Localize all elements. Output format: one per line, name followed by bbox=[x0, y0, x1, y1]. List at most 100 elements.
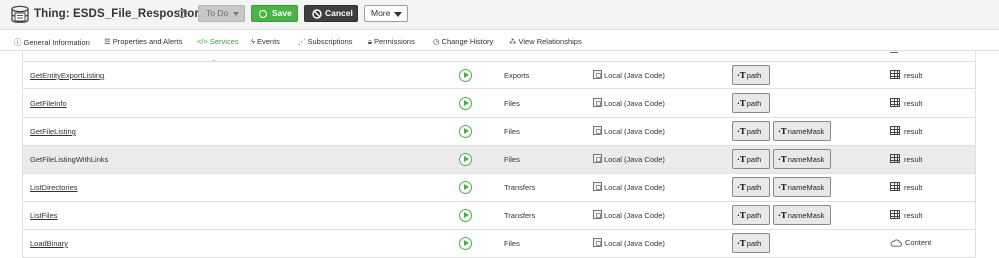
input-param-name: path bbox=[746, 155, 762, 164]
tab-events[interactable]: ϟ Events bbox=[251, 37, 280, 46]
circle-icon bbox=[259, 9, 267, 18]
save-button[interactable]: Save bbox=[251, 5, 298, 22]
table-row[interactable]: LoadBinary Files Local (Java Code) Tpath… bbox=[22, 230, 976, 258]
code-file-icon bbox=[593, 70, 602, 79]
service-name-link[interactable]: ListDirectories bbox=[30, 183, 78, 192]
execute-play-icon[interactable] bbox=[459, 181, 472, 194]
output-name: result bbox=[904, 211, 923, 220]
tab-label: Events bbox=[256, 37, 280, 46]
output-name: result bbox=[904, 71, 923, 80]
service-implementation: Local (Java Code) bbox=[593, 210, 665, 220]
table-icon bbox=[890, 126, 900, 135]
input-param-chip[interactable]: Tpath bbox=[732, 121, 770, 141]
service-implementation: Local (Java Code) bbox=[593, 98, 665, 108]
service-name-link[interactable]: ListFiles bbox=[30, 211, 58, 220]
input-param-chip[interactable]: Tpath bbox=[732, 65, 770, 85]
execute-play-icon[interactable] bbox=[459, 125, 472, 138]
service-category: Files bbox=[504, 99, 520, 108]
tab-change-history[interactable]: ◷ Change History bbox=[433, 37, 493, 46]
service-implementation: Local (Java Code) bbox=[593, 126, 665, 136]
string-type-icon: T bbox=[778, 178, 787, 196]
cancel-button[interactable]: Cancel bbox=[304, 5, 358, 22]
tab-services[interactable]: </> Services bbox=[197, 37, 239, 46]
service-name-link[interactable]: GetEntityExportListing bbox=[30, 71, 104, 80]
code-file-icon bbox=[593, 238, 602, 247]
service-category: Files bbox=[504, 155, 520, 164]
implementation-label: Local (Java Code) bbox=[604, 155, 665, 164]
service-implementation: Local (Java Code) bbox=[593, 182, 665, 192]
input-param-chip[interactable]: Tpath bbox=[732, 149, 770, 169]
info-icon: ⓘ bbox=[14, 38, 22, 47]
tab-general-information[interactable]: ⓘ General Information bbox=[14, 37, 90, 48]
cloud-icon bbox=[890, 239, 902, 247]
tab-view-relationships[interactable]: ⁂ View Relationships bbox=[509, 37, 582, 46]
service-category: Files bbox=[504, 239, 520, 248]
implementation-label: Local (Java Code) bbox=[604, 211, 665, 220]
service-name-link[interactable]: GetFileListingWithLinks bbox=[30, 155, 108, 164]
input-param-chip[interactable]: Tpath bbox=[732, 93, 770, 113]
output-name: result bbox=[904, 127, 923, 136]
implementation-label: Local (Java Code) bbox=[604, 239, 665, 248]
state-button-label: To Do bbox=[206, 8, 229, 18]
table-icon bbox=[890, 154, 900, 163]
service-output: result bbox=[890, 210, 922, 220]
implementation-label: Local (Java Code) bbox=[604, 71, 665, 80]
caret-down-icon bbox=[394, 11, 402, 17]
service-implementation: Local (Java Code) bbox=[593, 154, 665, 164]
table-row[interactable]: GetFileInfo Files Local (Java Code) Tpat… bbox=[22, 90, 976, 118]
code-file-icon bbox=[593, 210, 602, 219]
save-button-label: Save bbox=[272, 8, 292, 18]
code-file-icon bbox=[593, 126, 602, 135]
input-param-chip[interactable]: TnameMask bbox=[773, 205, 831, 225]
table-row[interactable]: ListDirectories Transfers Local (Java Co… bbox=[22, 174, 976, 202]
execute-play-icon[interactable] bbox=[459, 209, 472, 222]
output-name: result bbox=[904, 99, 923, 108]
tab-label: Change History bbox=[441, 37, 494, 46]
code-file-icon bbox=[593, 182, 602, 191]
input-param-chip[interactable]: Tpath bbox=[732, 205, 770, 225]
more-button[interactable]: More bbox=[364, 5, 408, 22]
input-param-name: path bbox=[746, 127, 762, 136]
tab-permissions[interactable]: 🔒︎ Permissions bbox=[368, 37, 415, 47]
input-param-chip[interactable]: Tpath bbox=[732, 177, 770, 197]
execute-play-icon[interactable] bbox=[459, 153, 472, 166]
input-param-name: path bbox=[746, 211, 762, 220]
service-name-link[interactable]: GetFileInfo bbox=[30, 99, 67, 108]
table-row[interactable]: GetFileListingWithLinks Files Local (Jav… bbox=[22, 146, 976, 174]
table-row[interactable]: GetFileListing Files Local (Java Code) T… bbox=[22, 118, 976, 146]
service-output: result bbox=[890, 70, 922, 80]
string-type-icon: T bbox=[778, 206, 787, 224]
string-type-icon: T bbox=[737, 150, 746, 168]
execute-play-icon[interactable] bbox=[459, 237, 472, 250]
service-category: Exports bbox=[504, 71, 530, 80]
tab-label: Properties and Alerts bbox=[112, 37, 183, 46]
table-row[interactable]: GetEntityExportListing Exports Local (Ja… bbox=[22, 61, 976, 89]
tab-properties-and-alerts[interactable]: ☰ Properties and Alerts bbox=[104, 37, 182, 46]
service-name-link[interactable]: LoadBinary bbox=[30, 239, 68, 248]
state-button[interactable]: To Do bbox=[198, 5, 245, 22]
service-implementation: Local (Java Code) bbox=[593, 70, 665, 80]
service-name-link[interactable]: GetFileListing bbox=[30, 127, 76, 136]
lock-icon: 🔒︎ bbox=[368, 37, 372, 46]
input-param-chip[interactable]: Tpath bbox=[732, 233, 770, 253]
more-button-label: More bbox=[371, 8, 391, 18]
input-param-chip[interactable]: TnameMask bbox=[773, 121, 831, 141]
help-icon[interactable]: ? bbox=[178, 9, 187, 18]
input-param-chip[interactable]: TnameMask bbox=[773, 149, 831, 169]
input-param-chip[interactable]: TnameMask bbox=[773, 177, 831, 197]
string-type-icon: T bbox=[737, 66, 746, 84]
service-output: result bbox=[890, 126, 922, 136]
execute-play-icon[interactable] bbox=[459, 97, 472, 110]
tab-subscriptions[interactable]: ⋰ Subscriptions bbox=[298, 37, 353, 46]
service-output: Content bbox=[890, 238, 931, 247]
input-param-name: nameMask bbox=[787, 211, 825, 220]
tab-label: Services bbox=[209, 37, 239, 46]
execute-play-icon[interactable] bbox=[459, 69, 472, 82]
tab-label: Permissions bbox=[374, 37, 415, 46]
thing-header: Thing: ESDS_File_Respository ? To Do Sav… bbox=[0, 0, 999, 30]
code-file-icon bbox=[593, 98, 602, 107]
table-icon bbox=[890, 98, 900, 107]
caret-down-icon bbox=[233, 12, 239, 16]
table-row[interactable]: ListFiles Transfers Local (Java Code) Tp… bbox=[22, 202, 976, 230]
implementation-label: Local (Java Code) bbox=[604, 127, 665, 136]
